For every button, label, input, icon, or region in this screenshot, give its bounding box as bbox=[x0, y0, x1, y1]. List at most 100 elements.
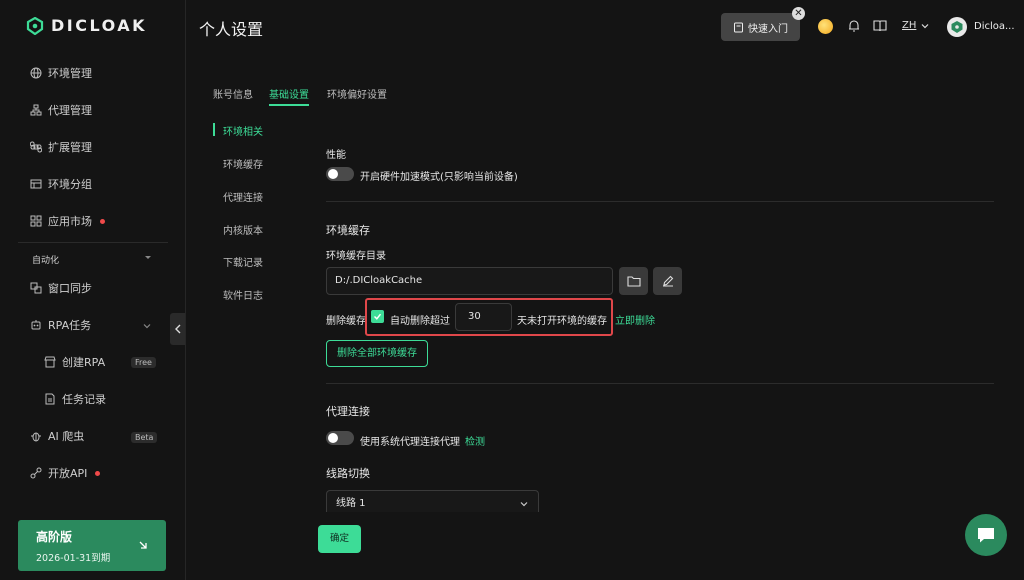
section-divider bbox=[326, 383, 994, 384]
sidebar-item-label: 扩展管理 bbox=[48, 141, 92, 154]
auto-delete-label: 自动删除超过 bbox=[390, 316, 450, 327]
network-icon bbox=[30, 104, 42, 116]
sidebar-item-label: RPA任务 bbox=[48, 319, 92, 332]
sidebar-item-label: 窗口同步 bbox=[48, 282, 92, 295]
plan-promo-card[interactable]: 高阶版 2026-01-31到期 bbox=[18, 520, 166, 571]
cache-dir-input[interactable]: D:/.DICloakCache bbox=[326, 267, 613, 295]
tab-basic-settings[interactable]: 基础设置 bbox=[269, 86, 309, 101]
apps-icon bbox=[30, 215, 42, 227]
toggle-knob bbox=[328, 169, 338, 179]
sidebar-item-app-market[interactable]: 应用市场 bbox=[30, 210, 170, 232]
plan-expiry: 2026-01-31到期 bbox=[36, 553, 111, 564]
subnav-downloads[interactable]: 下载记录 bbox=[223, 254, 263, 269]
sidebar-item-open-api[interactable]: 开放API bbox=[30, 462, 170, 484]
sidebar-divider bbox=[18, 242, 168, 243]
sidebar-item-label: 代理管理 bbox=[48, 104, 92, 117]
proxy-section-title: 代理连接 bbox=[326, 405, 370, 418]
quick-start-label: 快速入门 bbox=[748, 23, 788, 35]
subnav-kernel[interactable]: 内核版本 bbox=[223, 222, 263, 237]
brand-name: DICLOAK bbox=[51, 16, 148, 35]
group-icon bbox=[30, 179, 42, 189]
auto-delete-checkbox[interactable] bbox=[371, 310, 384, 323]
active-subnav-indicator bbox=[213, 123, 215, 136]
quick-start-button[interactable]: 快速入门 bbox=[721, 13, 800, 41]
subnav-proxy[interactable]: 代理连接 bbox=[223, 189, 263, 204]
confirm-button[interactable]: 确定 bbox=[318, 525, 361, 553]
command-icon bbox=[30, 141, 42, 153]
sidebar-item-task-records[interactable]: 任务记录 bbox=[44, 388, 154, 410]
automation-section-label: 自动化 bbox=[32, 256, 60, 266]
avatar[interactable] bbox=[947, 17, 967, 37]
arrow-down-right-icon bbox=[139, 541, 147, 549]
delete-now-link[interactable]: 立即删除 bbox=[615, 312, 655, 327]
system-proxy-toggle[interactable] bbox=[326, 431, 354, 445]
sidebar-item-label: 环境分组 bbox=[48, 178, 92, 191]
sidebar-item-label: 任务记录 bbox=[62, 393, 106, 406]
days-input[interactable]: 30 bbox=[455, 303, 512, 331]
system-proxy-label: 使用系统代理连接代理 bbox=[360, 437, 460, 448]
beta-badge: Beta bbox=[131, 432, 158, 443]
robot-icon bbox=[31, 320, 41, 330]
subnav-logs[interactable]: 软件日志 bbox=[223, 287, 263, 302]
chat-bubble-icon bbox=[978, 528, 994, 543]
sidebar-item-environments[interactable]: 环境管理 bbox=[30, 62, 170, 84]
chevron-down-icon bbox=[520, 502, 528, 507]
cache-section-title: 环境缓存 bbox=[326, 224, 370, 237]
footer-bar bbox=[186, 512, 1024, 580]
hardware-acceleration-label: 开启硬件加速模式(只影响当前设备) bbox=[360, 172, 518, 183]
notification-dot bbox=[95, 470, 101, 476]
toggle-knob bbox=[328, 433, 338, 443]
globe-icon bbox=[30, 67, 42, 79]
cloak-logo-icon bbox=[26, 16, 44, 35]
performance-title: 性能 bbox=[326, 150, 346, 161]
page-title: 个人设置 bbox=[199, 20, 264, 39]
caret-down-icon[interactable] bbox=[143, 253, 153, 263]
subnav-cache[interactable]: 环境缓存 bbox=[223, 156, 263, 171]
days-suffix-label: 天未打开环境的缓存 bbox=[517, 316, 607, 327]
tab-environment-preferences[interactable]: 环境偏好设置 bbox=[327, 86, 387, 101]
delete-cache-label: 删除缓存 bbox=[326, 316, 366, 327]
language-selector[interactable]: ZH bbox=[902, 20, 930, 31]
plan-name: 高阶版 bbox=[36, 530, 73, 544]
pencil-icon bbox=[662, 275, 673, 287]
bell-icon[interactable] bbox=[847, 19, 861, 33]
sidebar-item-groups[interactable]: 环境分组 bbox=[30, 173, 170, 195]
brand-logo[interactable]: DICLOAK bbox=[26, 16, 147, 35]
book-guide-icon bbox=[734, 22, 743, 32]
bug-icon bbox=[31, 432, 41, 442]
sidebar-item-label: 环境管理 bbox=[48, 67, 92, 80]
active-tab-indicator bbox=[269, 104, 309, 106]
close-icon[interactable]: ✕ bbox=[792, 7, 805, 20]
notification-dot bbox=[100, 218, 105, 224]
store-icon bbox=[44, 356, 56, 368]
sync-icon bbox=[30, 282, 42, 294]
chevron-down-icon[interactable] bbox=[142, 321, 152, 331]
tab-account-info[interactable]: 账号信息 bbox=[213, 86, 253, 101]
sidebar-item-label: 开放API bbox=[48, 467, 88, 480]
api-icon bbox=[30, 467, 42, 479]
sidebar-item-extensions[interactable]: 扩展管理 bbox=[30, 136, 170, 158]
coin-icon[interactable] bbox=[818, 19, 833, 34]
free-badge: Free bbox=[131, 357, 156, 368]
sidebar-item-label: 创建RPA bbox=[62, 356, 106, 369]
chevron-down-icon bbox=[921, 23, 929, 28]
sidebar-item-label: AI 爬虫 bbox=[48, 430, 85, 443]
cache-dir-label: 环境缓存目录 bbox=[326, 251, 386, 262]
document-icon bbox=[45, 393, 55, 405]
sidebar-item-proxies[interactable]: 代理管理 bbox=[30, 99, 170, 121]
sidebar-item-label: 应用市场 bbox=[48, 215, 92, 228]
edit-path-button[interactable] bbox=[653, 267, 682, 295]
username[interactable]: Dicloa... bbox=[974, 21, 1015, 32]
clear-all-cache-button[interactable]: 删除全部环境缓存 bbox=[326, 340, 428, 367]
book-icon[interactable] bbox=[873, 19, 887, 33]
detect-link[interactable]: 检测 bbox=[465, 433, 485, 448]
chat-support-button[interactable] bbox=[965, 514, 1007, 556]
hardware-acceleration-toggle[interactable] bbox=[326, 167, 354, 181]
sidebar: DICLOAK 环境管理 代理管理 扩展管理 环境分组 应用市场 自动化 窗口同… bbox=[0, 0, 186, 580]
cloak-avatar-icon bbox=[951, 21, 963, 33]
language-label: ZH bbox=[902, 20, 917, 31]
sidebar-item-window-sync[interactable]: 窗口同步 bbox=[30, 277, 170, 299]
collapse-sidebar-button[interactable] bbox=[170, 313, 185, 345]
browse-folder-button[interactable] bbox=[619, 267, 648, 295]
subnav-environment[interactable]: 环境相关 bbox=[223, 123, 263, 138]
